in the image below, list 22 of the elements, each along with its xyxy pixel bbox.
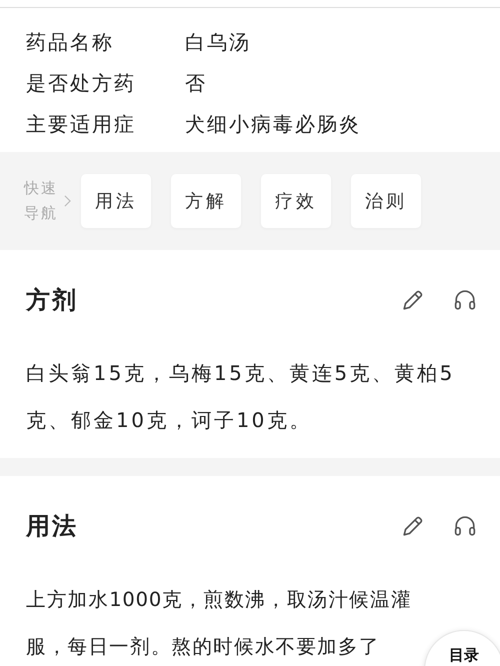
field-label: 主要适用症 [26,111,137,138]
pencil-icon[interactable] [402,515,424,537]
section-text: 上方加水1000克，煎数沸，取汤汁候温灌服，每日一剂。熬的时候水不要加多了 [26,587,413,660]
chevron-right-icon [64,195,71,207]
field-label: 药品名称 [26,29,115,56]
field-label: 是否处方药 [26,70,137,97]
pencil-icon[interactable] [402,289,424,311]
quick-nav-label: 导航 [24,203,58,224]
field-value: 否 [185,70,207,97]
table-of-contents-button[interactable]: 目录 [424,630,500,666]
section-title: 用法 [26,511,78,542]
headphones-icon[interactable] [454,515,476,537]
quick-nav-button[interactable]: 治则 [351,174,421,228]
quick-nav-button[interactable]: 方解 [171,174,241,228]
field-value: 白乌汤 [185,29,251,56]
section-title: 方剂 [26,285,78,316]
quick-nav-button[interactable]: 用法 [81,174,151,228]
headphones-icon[interactable] [454,289,476,311]
quick-nav-button[interactable]: 疗效 [261,174,331,228]
section-text: 白头翁15克，乌梅15克、黄连5克、黄柏5克、郁金10克，诃子10克。 [26,360,456,434]
quick-nav-label: 快速 [24,178,58,199]
field-value: 犬细小病毒必肠炎 [185,111,361,138]
